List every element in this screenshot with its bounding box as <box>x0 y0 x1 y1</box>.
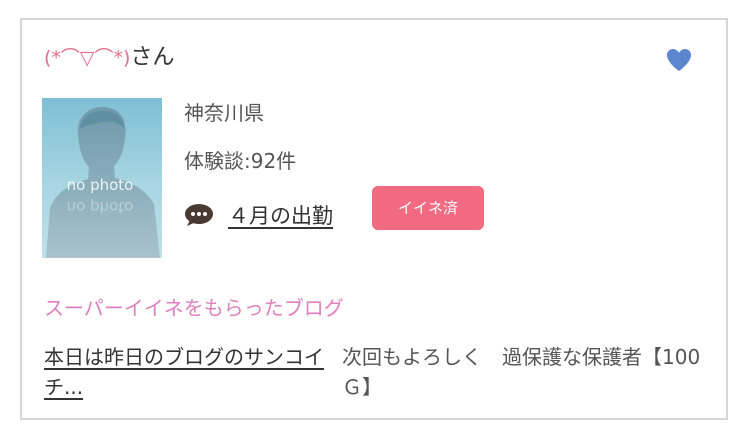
blog-snippet-text: 次回もよろしく 過保護な保護者【100Ｇ】 <box>342 345 701 399</box>
user-name[interactable]: (*⌒▽⌒*)さん <box>44 44 174 72</box>
profile-info: 神奈川県 体験談:92件 <box>184 100 296 196</box>
liked-badge[interactable]: イイネ済 <box>372 186 484 230</box>
user-emoticon: (*⌒▽⌒*) <box>44 47 131 69</box>
speech-bubble-icon <box>185 204 213 226</box>
profile-photo-placeholder[interactable]: no photo no photo <box>42 98 162 258</box>
region-text: 神奈川県 <box>184 101 264 125</box>
blog-title-link[interactable]: 本日は昨日のブログのサンコイチ... <box>44 342 336 402</box>
user-honorific: さん <box>130 45 175 70</box>
no-photo-reflection: no photo <box>67 198 134 216</box>
monthly-attendance-link[interactable]: ４月の出勤 <box>228 200 333 230</box>
review-count-text: 体験談:92件 <box>184 149 297 173</box>
no-photo-image: no photo no photo <box>42 98 162 258</box>
heart-icon[interactable] <box>666 48 692 72</box>
review-card: (*⌒▽⌒*)さん no photo no photo 神奈川県 体験談:92件… <box>20 18 728 420</box>
attendance-link-row[interactable]: ４月の出勤 <box>184 200 333 230</box>
super-like-blog-heading: スーパーイイネをもらったブログ <box>44 296 344 320</box>
no-photo-text: no photo <box>67 176 134 194</box>
